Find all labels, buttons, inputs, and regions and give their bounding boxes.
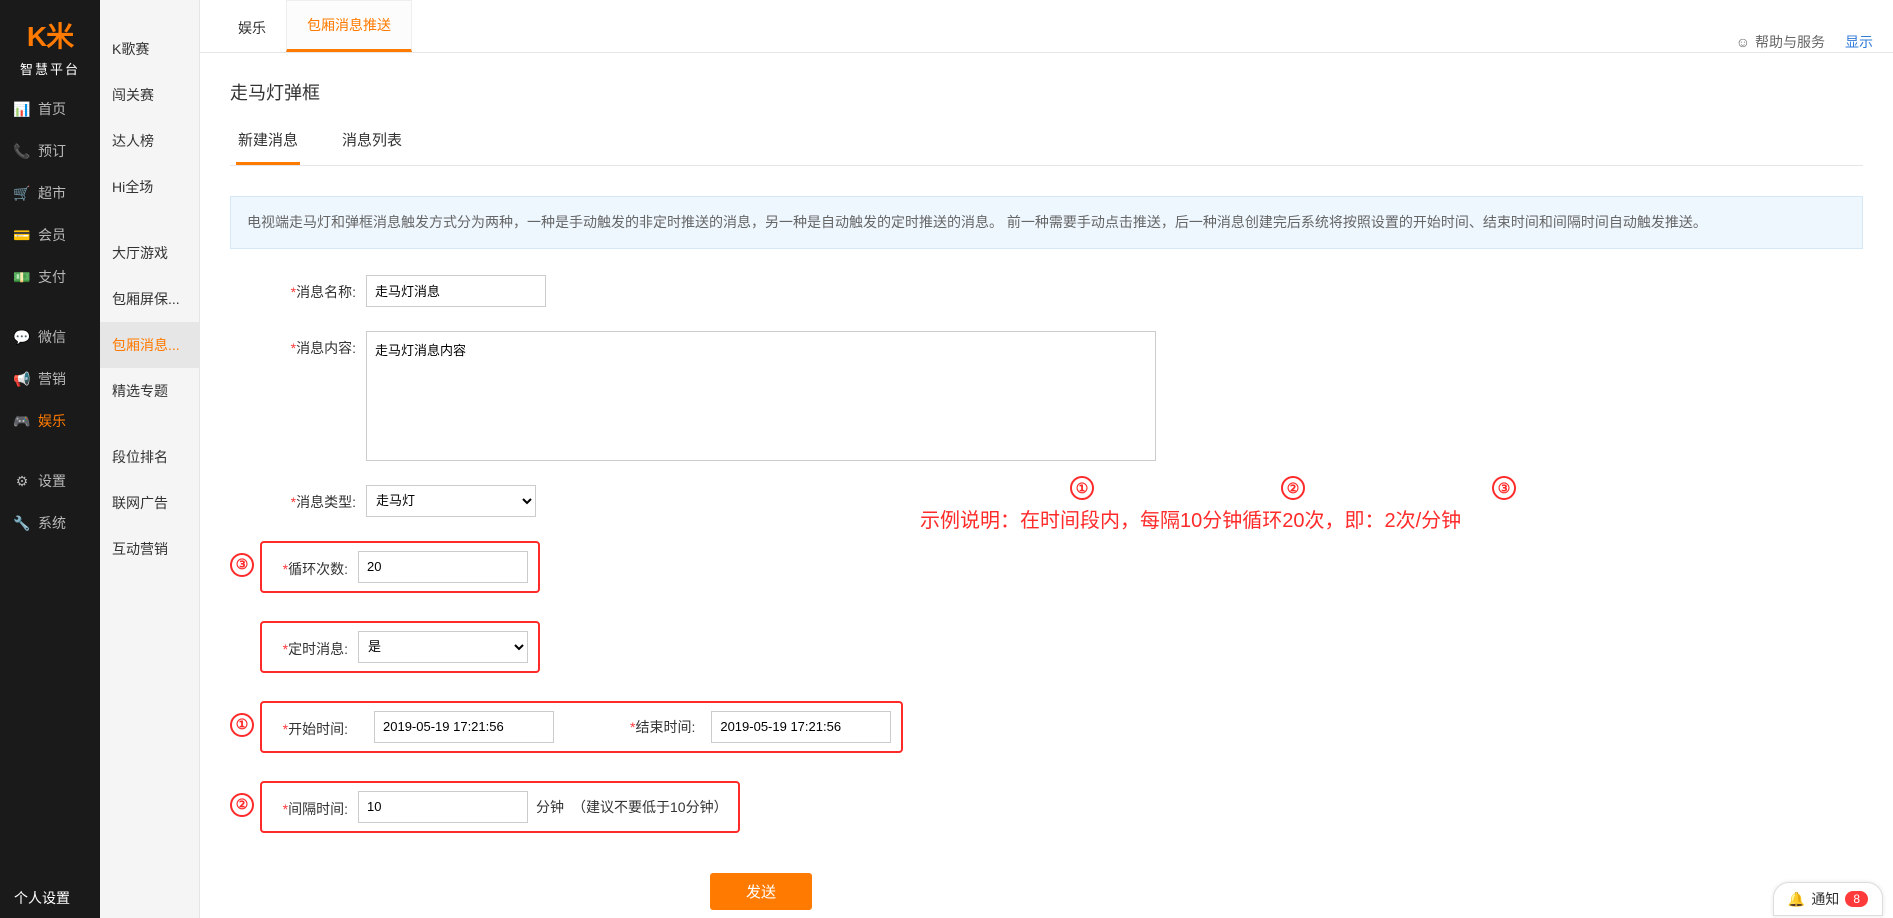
dashboard-icon: 📊: [14, 101, 30, 117]
example-annotation: ① ② ③ 示例说明：在时间段内，每隔10分钟循环20次，即：2次/分钟: [920, 476, 1820, 533]
main-content: 娱乐 包厢消息推送 ☺ 帮助与服务 显示 走马灯弹框 新建消息 消息列表 电视端走…: [200, 0, 1893, 918]
nav-label: 首页: [38, 99, 66, 119]
timed-label: *定时消息:: [262, 634, 358, 659]
help-label: 帮助与服务: [1755, 32, 1825, 52]
send-button[interactable]: 发送: [710, 873, 812, 910]
highlight-interval: *间隔时间: 分钟 （建议不要低于10分钟）: [260, 781, 740, 833]
top-tab-entertainment[interactable]: 娱乐: [218, 4, 286, 52]
nav-label: 营销: [38, 369, 66, 389]
smile-icon: ☺: [1736, 34, 1750, 50]
phone-icon: 📞: [14, 143, 30, 159]
nav-settings[interactable]: ⚙ 设置: [0, 460, 100, 502]
top-tab-boxpush[interactable]: 包厢消息推送: [286, 0, 412, 52]
tab-message-list[interactable]: 消息列表: [340, 117, 404, 165]
tab-new-message[interactable]: 新建消息: [236, 117, 300, 165]
loop-label: *循环次数:: [262, 554, 358, 579]
notif-badge: 8: [1845, 891, 1868, 907]
bell-icon: 🔔: [1788, 891, 1805, 908]
message-name-input[interactable]: [366, 275, 546, 307]
nav-label: 超市: [38, 183, 66, 203]
annotation-circle-2: ②: [230, 793, 254, 817]
top-tab-bar: 娱乐 包厢消息推送 ☺ 帮助与服务 显示: [200, 0, 1893, 53]
panel: 走马灯弹框 新建消息 消息列表 电视端走马灯和弹框消息触发方式分为两种，一种是手…: [200, 53, 1893, 918]
annotation-circle-1: ①: [230, 713, 254, 737]
nav-label: 娱乐: [38, 411, 66, 431]
nav-system[interactable]: 🔧 系统: [0, 502, 100, 544]
wrench-icon: 🔧: [14, 515, 30, 531]
start-time-input[interactable]: [374, 711, 554, 743]
show-link[interactable]: 显示: [1845, 32, 1873, 52]
nav-booking[interactable]: 📞 预订: [0, 130, 100, 172]
sub-tierrank[interactable]: 段位排名: [100, 434, 199, 480]
nav-member[interactable]: 💳 会员: [0, 214, 100, 256]
type-label: *消息类型:: [270, 485, 366, 512]
megaphone-icon: 📢: [14, 371, 30, 387]
notif-label: 通知: [1811, 889, 1839, 909]
nav-wechat[interactable]: 💬 微信: [0, 316, 100, 358]
money-icon: 💵: [14, 269, 30, 285]
nav-label: 支付: [38, 267, 66, 287]
interval-label: *间隔时间:: [262, 794, 358, 819]
content-label: *消息内容:: [270, 331, 366, 358]
annotation-circle-3: ③: [230, 553, 254, 577]
end-time-label: *结束时间:: [630, 717, 695, 737]
inner-tab-bar: 新建消息 消息列表: [230, 117, 1863, 166]
sub-boxmessage[interactable]: 包厢消息...: [100, 322, 199, 368]
example-circle-3: ③: [1492, 476, 1516, 500]
timed-message-select[interactable]: 是: [358, 631, 528, 663]
help-link[interactable]: ☺ 帮助与服务: [1736, 32, 1825, 52]
sub-lobbygame[interactable]: 大厅游戏: [100, 230, 199, 276]
nav-marketing[interactable]: 📢 营销: [0, 358, 100, 400]
nav-label: 预订: [38, 141, 66, 161]
interval-unit: 分钟: [536, 797, 564, 817]
gear-icon: ⚙: [14, 473, 30, 489]
loop-count-input[interactable]: [358, 551, 528, 583]
highlight-loop: *循环次数:: [260, 541, 540, 593]
name-label: *消息名称:: [270, 275, 366, 302]
nav-pay[interactable]: 💵 支付: [0, 256, 100, 298]
nav-label: 系统: [38, 513, 66, 533]
interval-input[interactable]: [358, 791, 528, 823]
sub-screensaver[interactable]: 包厢屏保...: [100, 276, 199, 322]
sub-hiall[interactable]: Hi全场: [100, 164, 199, 210]
nav-label: 会员: [38, 225, 66, 245]
nav-market[interactable]: 🛒 超市: [0, 172, 100, 214]
example-circle-2: ②: [1281, 476, 1305, 500]
nav-home[interactable]: 📊 首页: [0, 88, 100, 130]
message-content-textarea[interactable]: 走马灯消息内容: [366, 331, 1156, 461]
interval-hint: （建议不要低于10分钟）: [572, 797, 728, 817]
nav-entertainment[interactable]: 🎮 娱乐: [0, 400, 100, 442]
info-notice: 电视端走马灯和弹框消息触发方式分为两种，一种是手动触发的非定时推送的消息，另一种…: [230, 196, 1863, 249]
sub-challenge[interactable]: 闯关赛: [100, 72, 199, 118]
main-sidebar: K米 智慧平台 📊首页 📞预订 🛒超市 💳会员 💵支付 💬微信 📢营销 🎮娱乐 …: [0, 0, 100, 918]
wechat-icon: 💬: [14, 329, 30, 345]
nav-profile[interactable]: 个人设置: [0, 878, 100, 918]
highlight-timed: *定时消息: 是: [260, 621, 540, 673]
message-type-select[interactable]: 走马灯: [366, 485, 536, 517]
notification-bubble[interactable]: 🔔 通知 8: [1773, 882, 1883, 916]
game-icon: 🎮: [14, 413, 30, 429]
sub-ksong[interactable]: K歌赛: [100, 26, 199, 72]
brand-logo: K米 智慧平台: [0, 0, 100, 88]
example-circle-1: ①: [1070, 476, 1094, 500]
logo-subtitle: 智慧平台: [0, 59, 100, 78]
card-icon: 💳: [14, 227, 30, 243]
panel-title: 走马灯弹框: [230, 73, 1863, 117]
logo-text: K米: [0, 15, 100, 55]
example-text: 示例说明：在时间段内，每隔10分钟循环20次，即：2次/分钟: [920, 504, 1820, 533]
sub-rank[interactable]: 达人榜: [100, 118, 199, 164]
sub-topics[interactable]: 精选专题: [100, 368, 199, 414]
sub-netads[interactable]: 联网广告: [100, 480, 199, 526]
sub-sidebar: K歌赛 闯关赛 达人榜 Hi全场 大厅游戏 包厢屏保... 包厢消息... 精选…: [100, 0, 200, 918]
cart-icon: 🛒: [14, 185, 30, 201]
start-time-label: *开始时间:: [262, 714, 358, 739]
sub-interactive[interactable]: 互动营销: [100, 526, 199, 572]
nav-label: 设置: [38, 471, 66, 491]
highlight-time-range: *开始时间: *结束时间:: [260, 701, 903, 753]
end-time-input[interactable]: [711, 711, 891, 743]
nav-label: 微信: [38, 327, 66, 347]
